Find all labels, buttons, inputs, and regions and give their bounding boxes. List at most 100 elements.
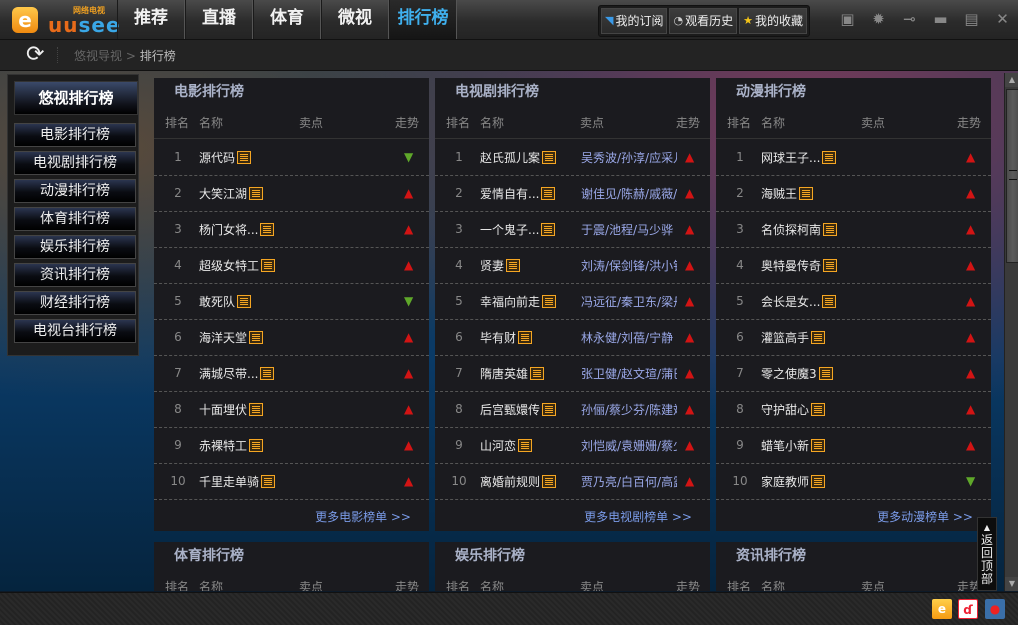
title-link[interactable]: 源代码 — [199, 149, 252, 166]
news-icon[interactable] — [237, 151, 252, 164]
minimize-icon[interactable]: ▬ — [925, 0, 956, 39]
scrollbar-thumb[interactable] — [1006, 89, 1018, 263]
news-icon[interactable] — [542, 475, 557, 488]
highlight-text[interactable]: 刘恺威/袁姗姗/蔡少 — [581, 437, 677, 454]
table-row[interactable]: 5 会长是女... ▲ — [716, 283, 991, 320]
news-icon[interactable] — [811, 331, 826, 344]
table-row[interactable]: 8 后宫甄嬛传 孙俪/蔡少芬/陈建斌 ▲ — [435, 391, 710, 428]
flash-icon[interactable]: ɗ — [958, 599, 978, 619]
table-row[interactable]: 3 杨门女将... ▲ — [154, 211, 429, 248]
table-row[interactable]: 10 离婚前规则 贾乃亮/白百何/高露 ▲ — [435, 463, 710, 500]
title-link[interactable]: 满城尽带... — [199, 365, 275, 382]
table-row[interactable]: 5 敢死队 ▼ — [154, 283, 429, 320]
sidebar-item-sports[interactable]: 体育排行榜 — [14, 207, 136, 231]
title-link[interactable]: 网球王子... — [761, 149, 837, 166]
table-row[interactable]: 1 源代码 ▼ — [154, 139, 429, 176]
more-link[interactable]: 更多动漫榜单 >> — [877, 508, 973, 525]
sidebar-item-tv[interactable]: 电视剧排行榜 — [14, 151, 136, 175]
news-icon[interactable] — [823, 259, 838, 272]
table-row[interactable]: 6 灌篮高手 ▲ — [716, 319, 991, 356]
table-row[interactable]: 10 千里走单骑 ▲ — [154, 463, 429, 500]
title-link[interactable]: 大笑江湖 — [199, 185, 264, 202]
more-link[interactable]: 更多电视剧榜单 >> — [584, 508, 692, 525]
favorites-button[interactable]: ★ 我的收藏 — [739, 8, 807, 34]
title-link[interactable]: 名侦探柯南 — [761, 221, 838, 238]
highlight-text[interactable]: 孙俪/蔡少芬/陈建斌 — [581, 401, 677, 418]
more-link[interactable]: 更多电影榜单 >> — [315, 508, 411, 525]
news-icon[interactable] — [822, 151, 837, 164]
title-link[interactable]: 会长是女... — [761, 293, 837, 310]
news-icon[interactable] — [542, 151, 557, 164]
history-button[interactable]: ◔ 观看历史 — [669, 8, 738, 34]
title-link[interactable]: 赵氏孤儿案 — [480, 149, 557, 166]
news-icon[interactable] — [541, 187, 556, 200]
scroll-up-icon[interactable]: ▲ — [1005, 73, 1018, 87]
news-icon[interactable] — [822, 295, 837, 308]
news-icon[interactable] — [249, 403, 264, 416]
title-link[interactable]: 杨门女将... — [199, 221, 275, 238]
title-link[interactable]: 贤妻 — [480, 257, 521, 274]
news-icon[interactable] — [818, 367, 833, 380]
table-row[interactable]: 8 十面埋伏 ▲ — [154, 391, 429, 428]
table-row[interactable]: 5 幸福向前走 冯远征/秦卫东/梁丹 ▲ — [435, 283, 710, 320]
news-icon[interactable] — [261, 475, 276, 488]
title-link[interactable]: 千里走单骑 — [199, 473, 276, 490]
table-row[interactable]: 9 赤裸特工 ▲ — [154, 427, 429, 464]
table-row[interactable]: 3 名侦探柯南 ▲ — [716, 211, 991, 248]
news-icon[interactable] — [249, 439, 264, 452]
news-icon[interactable] — [506, 259, 521, 272]
news-icon[interactable] — [260, 367, 275, 380]
subscribe-button[interactable]: ◥ 我的订阅 — [601, 8, 668, 34]
news-icon[interactable] — [542, 295, 557, 308]
title-link[interactable]: 一个鬼子... — [480, 221, 556, 238]
news-icon[interactable] — [811, 475, 826, 488]
dropdown-icon[interactable]: ▣ — [832, 0, 863, 39]
table-row[interactable]: 7 隋唐英雄 张卫健/赵文瑄/蒲巴 ▲ — [435, 355, 710, 392]
news-icon[interactable] — [518, 331, 533, 344]
table-row[interactable]: 2 大笑江湖 ▲ — [154, 175, 429, 212]
tab-rankings[interactable]: 排行榜 — [389, 0, 457, 39]
sidebar-item-tv-stations[interactable]: 电视台排行榜 — [14, 319, 136, 343]
table-row[interactable]: 1 赵氏孤儿案 吴秀波/孙淳/应采儿 ▲ — [435, 139, 710, 176]
title-link[interactable]: 超级女特工 — [199, 257, 276, 274]
title-link[interactable]: 毕有财 — [480, 329, 533, 346]
joystick-icon[interactable]: ● — [985, 599, 1005, 619]
scrollbar[interactable]: ▲ ▼ — [1004, 73, 1018, 591]
news-icon[interactable] — [811, 403, 826, 416]
title-link[interactable]: 幸福向前走 — [480, 293, 557, 310]
highlight-text[interactable]: 吴秀波/孙淳/应采儿 — [581, 149, 677, 166]
title-link[interactable]: 离婚前规则 — [480, 473, 557, 490]
title-link[interactable]: 隋唐英雄 — [480, 365, 545, 382]
title-link[interactable]: 零之使魔3 — [761, 365, 833, 382]
highlight-text[interactable]: 刘涛/保剑锋/洪小铃 — [581, 257, 677, 274]
title-link[interactable]: 敢死队 — [199, 293, 252, 310]
news-icon[interactable] — [518, 439, 533, 452]
close-icon[interactable]: ✕ — [987, 0, 1018, 39]
news-icon[interactable] — [799, 187, 814, 200]
news-icon[interactable] — [530, 367, 545, 380]
sidebar-item-movies[interactable]: 电影排行榜 — [14, 123, 136, 147]
highlight-text[interactable]: 贾乃亮/白百何/高露 — [581, 473, 677, 490]
table-row[interactable]: 8 守护甜心 ▲ — [716, 391, 991, 428]
sidebar-item-anime[interactable]: 动漫排行榜 — [14, 179, 136, 203]
title-link[interactable]: 后宫甄嬛传 — [480, 401, 557, 418]
table-row[interactable]: 6 毕有财 林永健/刘蓓/宁静 ▲ — [435, 319, 710, 356]
highlight-text[interactable]: 谢佳见/陈赫/戚薇/ — [581, 185, 677, 202]
table-row[interactable]: 4 超级女特工 ▲ — [154, 247, 429, 284]
maximize-icon[interactable]: ▤ — [956, 0, 987, 39]
gear-icon[interactable]: ✹ — [863, 0, 894, 39]
title-link[interactable]: 爱情自有... — [480, 185, 556, 202]
tab-live[interactable]: 直播 — [185, 0, 253, 39]
news-icon[interactable] — [823, 223, 838, 236]
table-row[interactable]: 4 奥特曼传奇 ▲ — [716, 247, 991, 284]
refresh-icon[interactable]: ⟳ — [26, 43, 44, 67]
news-icon[interactable] — [541, 223, 556, 236]
table-row[interactable]: 4 贤妻 刘涛/保剑锋/洪小铃 ▲ — [435, 247, 710, 284]
breadcrumb-root[interactable]: 悠视导视 — [74, 49, 122, 63]
sidebar-item-entertainment[interactable]: 娱乐排行榜 — [14, 235, 136, 259]
table-row[interactable]: 9 蜡笔小新 ▲ — [716, 427, 991, 464]
highlight-text[interactable]: 于震/池程/马少骅 — [581, 221, 677, 238]
highlight-text[interactable]: 冯远征/秦卫东/梁丹 — [581, 293, 677, 310]
table-row[interactable]: 3 一个鬼子... 于震/池程/马少骅 ▲ — [435, 211, 710, 248]
table-row[interactable]: 7 零之使魔3 ▲ — [716, 355, 991, 392]
